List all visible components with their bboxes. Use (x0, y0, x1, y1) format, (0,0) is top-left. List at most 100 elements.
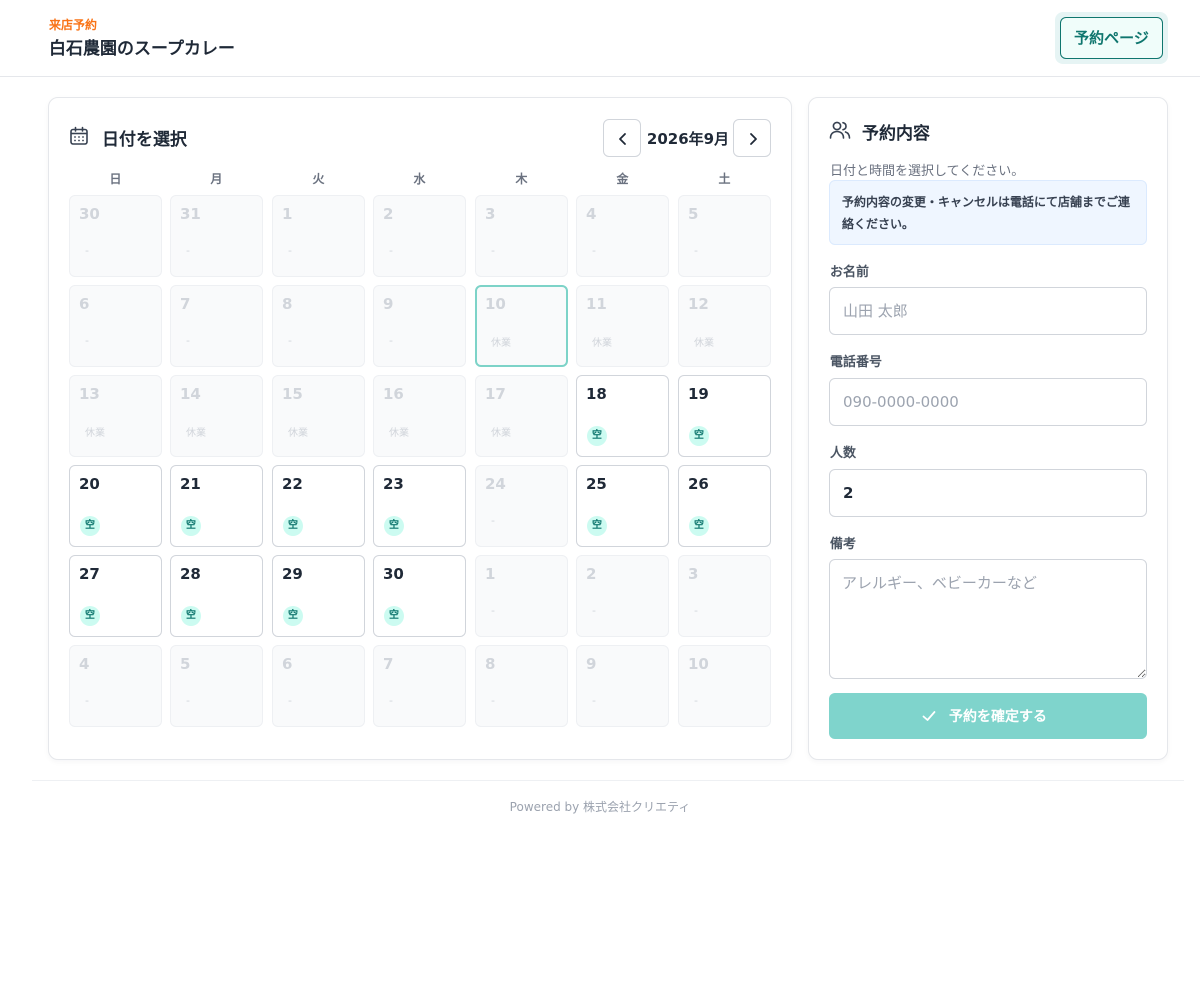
day-number: 22 (282, 475, 303, 493)
day-number: 2 (586, 565, 597, 583)
change-policy-notice: 予約内容の変更・キャンセルは電話にて店舗までご連絡ください。 (829, 180, 1147, 245)
closed-label: 休業 (491, 428, 511, 439)
day-number: 10 (485, 295, 506, 313)
calendar-title: 日付を選択 (102, 130, 187, 150)
form-title: 予約内容 (862, 124, 930, 144)
calendar-day[interactable]: 19 空 (678, 375, 771, 457)
confirm-reservation-button[interactable]: 予約を確定する (829, 693, 1147, 739)
day-number: 16 (383, 385, 404, 403)
calendar-icon (70, 126, 88, 145)
no-slot-label: - (389, 334, 393, 347)
footer-credit: Powered by 株式会社クリエティ (509, 800, 691, 814)
day-number: 30 (383, 565, 404, 583)
phone-input[interactable] (829, 378, 1147, 426)
no-slot-label: - (288, 694, 292, 707)
closed-label: 休業 (592, 338, 612, 349)
calendar-day[interactable]: 21 空 (170, 465, 263, 547)
day-number: 2 (383, 205, 394, 223)
availability-badge: 空 (689, 516, 709, 536)
brand-title: 白石農園のスープカレー (49, 39, 235, 59)
weekday-label: 土 (718, 172, 731, 186)
calendar-day[interactable]: 27 空 (69, 555, 162, 637)
day-number: 27 (79, 565, 100, 583)
availability-badge: 空 (80, 516, 100, 536)
reservation-form-card: 予約内容 日付と時間を選択してください。 予約内容の変更・キャンセルは電話にて店… (808, 97, 1168, 760)
day-number: 31 (180, 205, 201, 223)
closed-label: 休業 (491, 338, 511, 349)
day-number: 5 (180, 655, 191, 673)
availability-badge: 空 (587, 426, 607, 446)
calendar-day: 24 - (475, 465, 568, 547)
weekday-label: 金 (616, 172, 629, 186)
no-slot-label: - (85, 694, 89, 707)
calendar-day: 9- (373, 285, 466, 367)
day-number: 11 (586, 295, 607, 313)
closed-label: 休業 (694, 338, 714, 349)
day-number: 8 (485, 655, 496, 673)
no-slot-label: - (288, 334, 292, 347)
calendar-day: 12 休業 (678, 285, 771, 367)
calendar-day[interactable]: 22 空 (272, 465, 365, 547)
day-number: 3 (485, 205, 496, 223)
name-label: お名前 (830, 265, 870, 280)
day-number: 5 (688, 205, 699, 223)
calendar-day: 3- (678, 555, 771, 637)
calendar-day[interactable]: 25 空 (576, 465, 669, 547)
availability-badge: 空 (689, 426, 709, 446)
calendar-day: 10 - (678, 645, 771, 727)
no-slot-label: - (694, 694, 698, 707)
check-icon (922, 711, 936, 721)
day-number: 4 (586, 205, 597, 223)
calendar-day[interactable]: 28 空 (170, 555, 263, 637)
prev-month-button[interactable] (603, 119, 641, 157)
calendar-day[interactable]: 23 空 (373, 465, 466, 547)
weekday-label: 水 (413, 172, 426, 186)
calendar-day: 31 - (170, 195, 263, 277)
reservation-page-button-focus-ring: 予約ページ (1055, 12, 1168, 64)
next-month-button[interactable] (733, 119, 771, 157)
day-number: 4 (79, 655, 90, 673)
day-number: 7 (180, 295, 191, 313)
no-slot-label: - (389, 694, 393, 707)
party-size-input[interactable] (829, 469, 1147, 517)
notes-label: 備考 (830, 537, 857, 552)
calendar-day[interactable]: 20 空 (69, 465, 162, 547)
calendar-day: 7- (170, 285, 263, 367)
no-slot-label: - (694, 604, 698, 617)
no-slot-label: - (491, 514, 495, 527)
day-number: 26 (688, 475, 709, 493)
calendar-day: 8- (475, 645, 568, 727)
calendar-day[interactable]: 18 空 (576, 375, 669, 457)
chevron-right-icon (750, 133, 757, 145)
calendar-day: 1- (475, 555, 568, 637)
calendar-day: 17 休業 (475, 375, 568, 457)
reservation-page-button[interactable]: 予約ページ (1060, 17, 1163, 59)
day-number: 1 (282, 205, 293, 223)
day-number: 20 (79, 475, 100, 493)
no-slot-label: - (491, 604, 495, 617)
selection-hint: 日付と時間を選択してください。 (830, 164, 1025, 179)
day-number: 14 (180, 385, 201, 403)
calendar-day[interactable]: 30 空 (373, 555, 466, 637)
day-number: 15 (282, 385, 303, 403)
notes-textarea[interactable] (829, 559, 1147, 679)
name-input[interactable] (829, 287, 1147, 335)
weekday-label: 火 (312, 172, 325, 186)
calendar-day: 11 休業 (576, 285, 669, 367)
availability-badge: 空 (181, 516, 201, 536)
day-number: 19 (688, 385, 709, 403)
weekday-label: 木 (515, 172, 528, 186)
no-slot-label: - (592, 604, 596, 617)
no-slot-label: - (186, 244, 190, 257)
header: 来店予約 白石農園のスープカレー 予約ページ (0, 0, 1200, 77)
calendar-day[interactable]: 26 空 (678, 465, 771, 547)
brand-kicker: 来店予約 (49, 18, 98, 32)
calendar-day: 9- (576, 645, 669, 727)
weekday-label: 月 (210, 172, 223, 186)
day-number: 1 (485, 565, 496, 583)
no-slot-label: - (288, 244, 292, 257)
confirm-reservation-label: 予約を確定する (949, 708, 1047, 724)
day-number: 29 (282, 565, 303, 583)
calendar-day[interactable]: 29 空 (272, 555, 365, 637)
calendar-day-selected[interactable]: 10 休業 (475, 285, 568, 367)
